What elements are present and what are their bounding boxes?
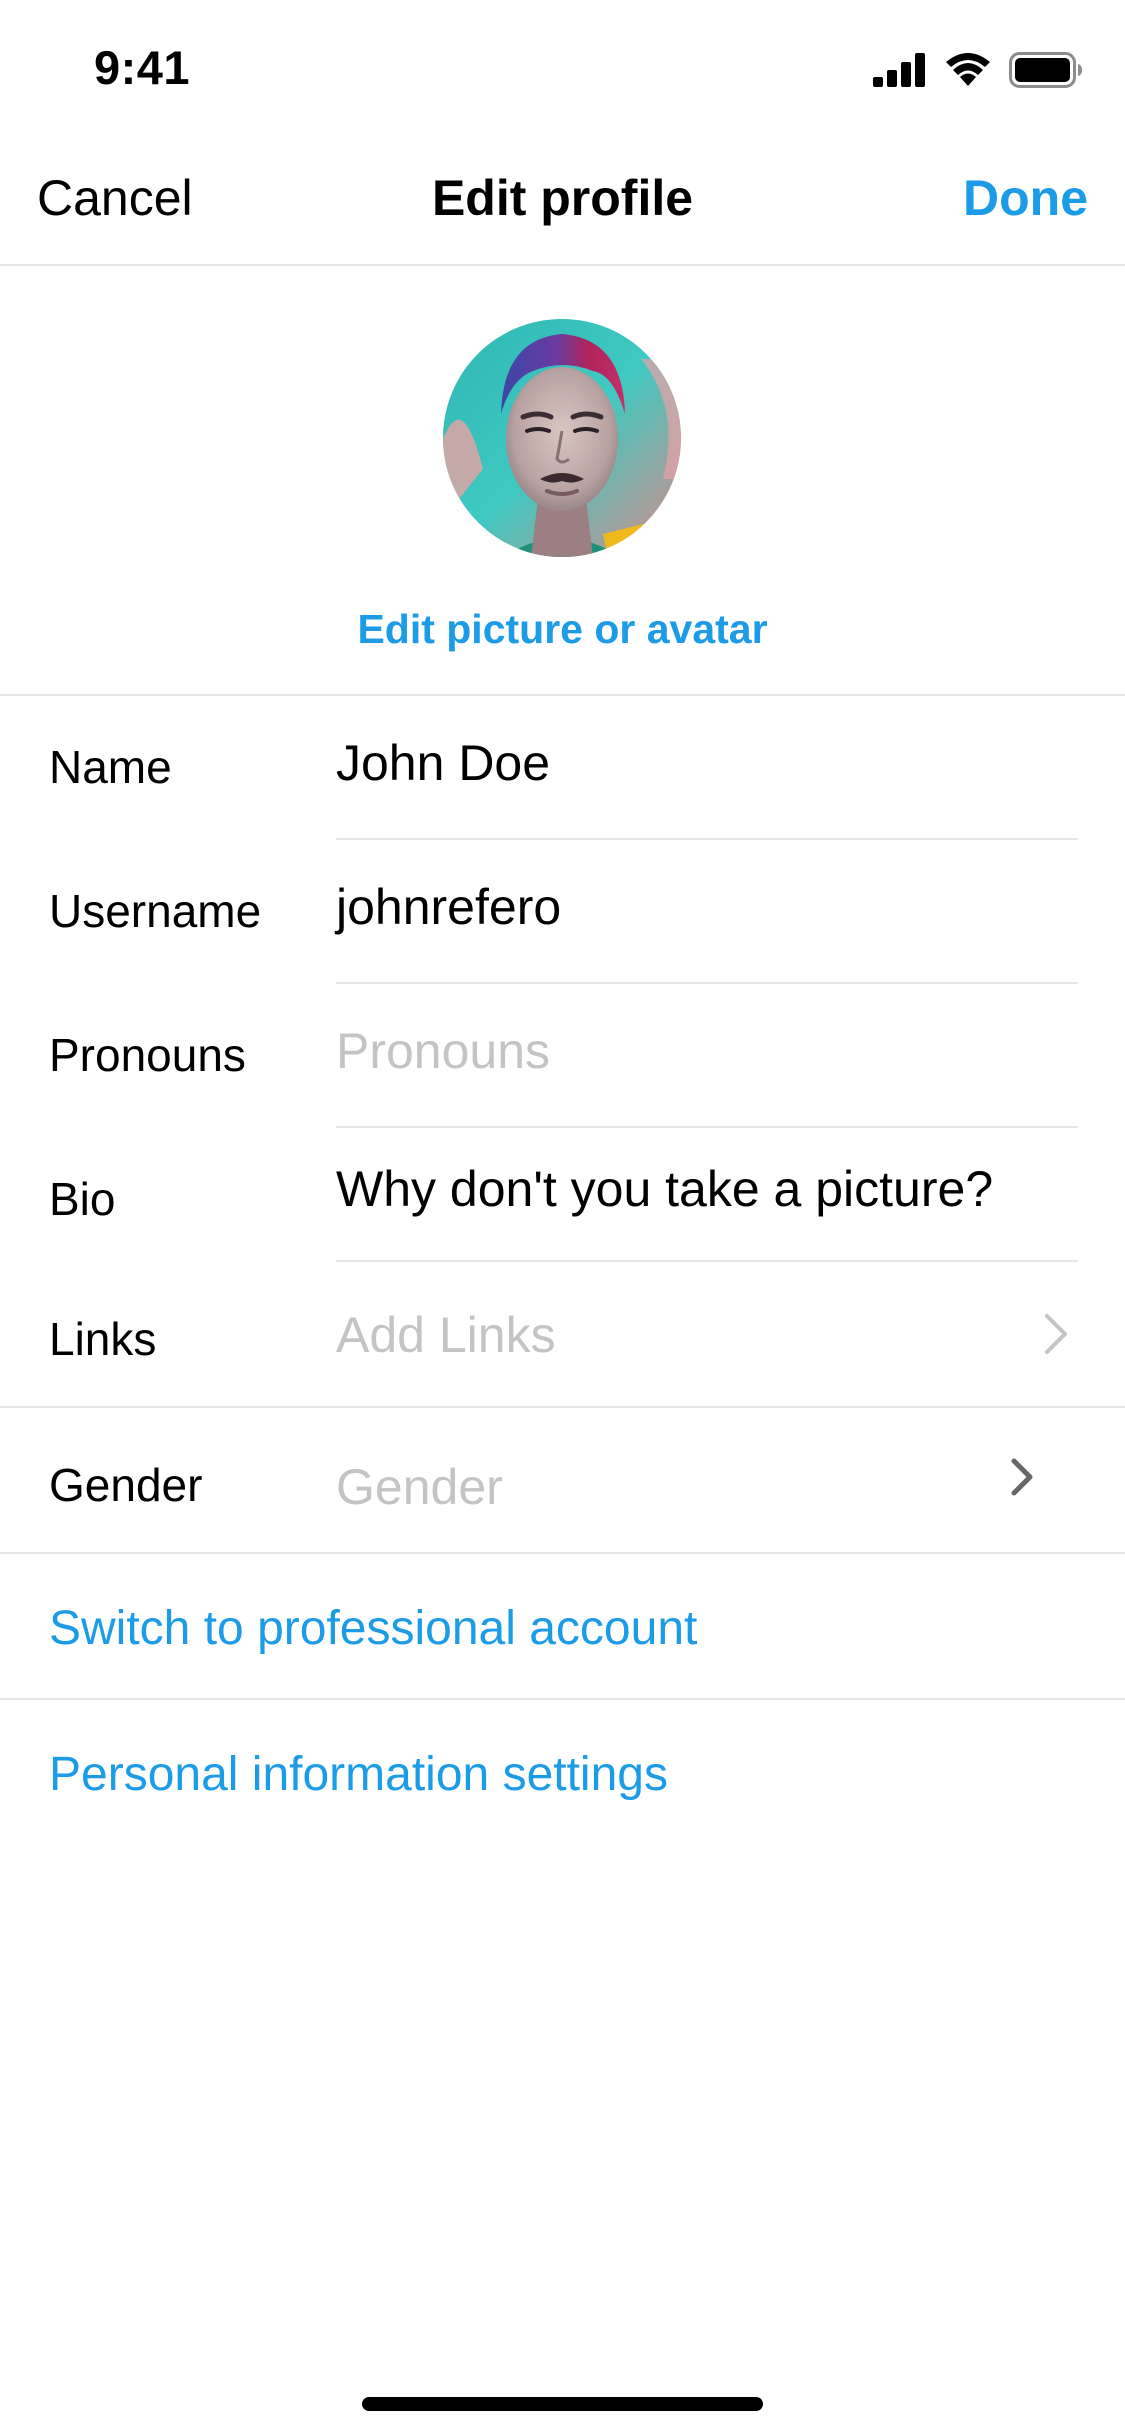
username-label: Username [49, 885, 262, 937]
name-field-container: John Doe [336, 696, 1078, 840]
switch-to-professional-link[interactable]: Switch to professional account [49, 1601, 697, 1656]
personal-information-settings-link[interactable]: Personal information settings [49, 1747, 668, 1802]
avatar[interactable] [443, 319, 681, 557]
home-indicator[interactable] [362, 2397, 763, 2411]
cellular-signal-icon [873, 53, 927, 87]
done-button[interactable]: Done [963, 169, 1088, 227]
bio-field[interactable]: Why don't you take a picture? [336, 1160, 993, 1218]
status-time: 9:41 [94, 41, 191, 94]
profile-form: Name John Doe Username johnrefero Pronou… [0, 696, 1125, 1846]
username-field-container: johnrefero [336, 840, 1078, 984]
battery-icon [1009, 52, 1083, 88]
switch-professional-row: Switch to professional account [0, 1554, 1125, 1700]
name-field[interactable]: John Doe [336, 734, 550, 792]
links-row[interactable]: Links Add Links [0, 1262, 1125, 1408]
chevron-right-icon [1009, 1456, 1035, 1503]
gender-row[interactable]: Gender Gender [0, 1408, 1125, 1554]
wifi-icon [945, 53, 991, 87]
links-field[interactable]: Add Links [336, 1306, 556, 1364]
gender-label: Gender [49, 1459, 203, 1511]
links-field-container: Add Links [336, 1262, 1078, 1408]
gender-field[interactable]: Gender [336, 1458, 503, 1516]
name-row: Name John Doe [0, 696, 1125, 840]
edit-avatar-link[interactable]: Edit picture or avatar [0, 606, 1125, 653]
pronouns-label: Pronouns [49, 1029, 246, 1081]
bio-row: Bio Why don't you take a picture? [0, 1128, 1125, 1262]
avatar-section: Edit picture or avatar [0, 266, 1125, 696]
personal-info-row: Personal information settings [0, 1700, 1125, 1846]
pronouns-field-container: Pronouns [336, 984, 1078, 1128]
username-field[interactable]: johnrefero [336, 878, 561, 936]
username-row: Username johnrefero [0, 840, 1125, 984]
pronouns-field[interactable]: Pronouns [336, 1022, 550, 1080]
cancel-button[interactable]: Cancel [37, 169, 193, 227]
bio-label: Bio [49, 1173, 116, 1225]
pronouns-row: Pronouns Pronouns [0, 984, 1125, 1128]
name-label: Name [49, 741, 172, 793]
edit-profile-screen: 9:41 Cancel Edit profile Done Edit pictu… [0, 0, 1125, 2436]
links-label: Links [49, 1313, 157, 1365]
status-icons [873, 52, 1083, 88]
avatar-portrait-image [443, 319, 681, 557]
navigation-bar: Cancel Edit profile Done [0, 132, 1125, 266]
status-bar: 9:41 [0, 0, 1125, 132]
chevron-right-icon [1043, 1312, 1069, 1361]
bio-field-container: Why don't you take a picture? [336, 1128, 1078, 1262]
gender-field-container: Gender [336, 1408, 1078, 1554]
